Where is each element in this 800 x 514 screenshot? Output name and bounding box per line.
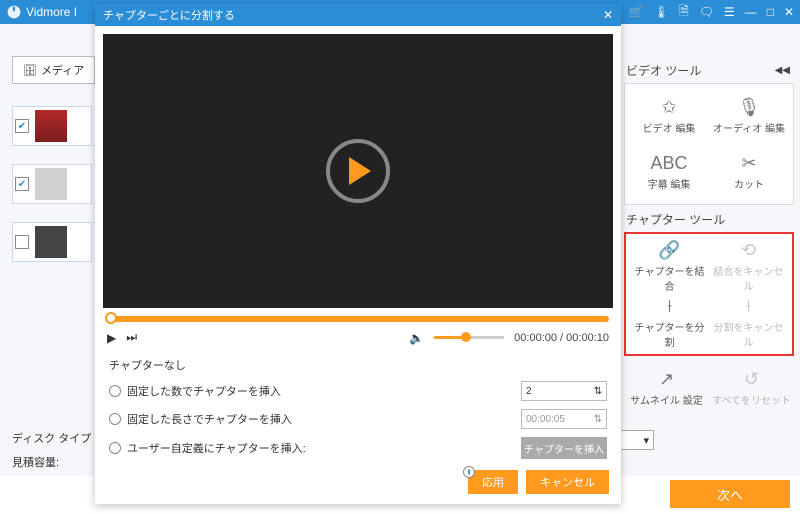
tool-subtitle-edit[interactable]: ABC字幕 編集 — [629, 144, 709, 200]
list-item[interactable] — [12, 222, 92, 262]
close-icon[interactable]: ✕ — [603, 8, 613, 22]
tool-cancel-merge: ⟲結合をキャンセル — [709, 238, 788, 294]
count-spinner[interactable]: 2⇅ — [521, 381, 607, 401]
chapter-tools-panel: 🔗チャプターを結合 ⟲結合をキャンセル ⟊チャプターを分割 ⟊分割をキャンセル — [624, 232, 794, 356]
tool-audio-edit[interactable]: 🎙オーディオ 編集 — [709, 88, 789, 144]
checkbox[interactable] — [15, 235, 29, 249]
radio-fixed-length[interactable]: 固定した長さでチャプターを挿入00:00:05⇅ — [109, 409, 607, 429]
thumbnail — [35, 168, 67, 200]
microphone-icon: 🎙 — [738, 97, 761, 118]
seek-slider[interactable] — [107, 316, 609, 322]
spinner-arrows-icon[interactable]: ⇅ — [594, 414, 602, 425]
size-label: 見積容量: — [12, 454, 59, 470]
tool-thumbnail-settings[interactable]: ↗サムネイル 設定 — [624, 360, 709, 416]
chapter-mode-radios: チャプターなし 固定した数でチャプターを挿入2⇅ 固定した長さでチャプターを挿入… — [109, 357, 607, 459]
split-chapter-dialog: チャプターごとに分割する ✕ ▶ ⏭ 🔈 00:00:00 / 00:00:10… — [95, 4, 621, 504]
player-controls: ▶ ⏭ 🔈 00:00:00 / 00:00:10 — [107, 330, 609, 345]
tool-split-chapter[interactable]: ⟊チャプターを分割 — [630, 294, 709, 350]
dialog-titlebar: チャプターごとに分割する ✕ — [95, 4, 621, 26]
split-icon: ⟊ — [667, 296, 672, 317]
document-icon[interactable]: 🗎 — [679, 2, 689, 23]
tool-reset-all: ↺すべてをリセット — [709, 360, 794, 416]
list-item[interactable]: ✔ — [12, 164, 92, 204]
window-close-icon[interactable]: ✕ — [784, 5, 794, 19]
video-preview[interactable] — [103, 34, 613, 308]
dialog-title: チャプターごとに分割する — [103, 7, 235, 23]
radio-fixed-count[interactable]: 固定した数でチャプターを挿入2⇅ — [109, 381, 607, 401]
radio-icon[interactable] — [109, 385, 121, 397]
chapter-tools-title: チャプター ツール — [626, 211, 794, 228]
collapse-icon[interactable]: ◀◀ — [775, 65, 790, 76]
media-icon: 🗄 — [23, 64, 37, 77]
time-display: 00:00:00 / 00:00:10 — [514, 332, 609, 344]
app-title: Vidmore I — [26, 5, 77, 19]
right-column: ビデオ ツール◀◀ ✩ビデオ 編集 🎙オーディオ 編集 ABC字幕 編集 ✂カッ… — [624, 56, 794, 416]
reset-icon: ↺ — [744, 369, 759, 390]
chevron-down-icon: ▾ — [643, 434, 649, 447]
checkbox[interactable]: ✔ — [15, 177, 29, 191]
window-maximize-icon[interactable]: □ — [767, 5, 774, 19]
apply-button[interactable]: 応用 — [468, 470, 518, 494]
dialog-footer: 応用 キャンセル — [95, 462, 621, 504]
titlebar-buttons: 🛒 🌡 🗎 🗨 ☰ — □ ✕ — [629, 2, 794, 23]
play-button[interactable] — [326, 139, 390, 203]
tool-cancel-split: ⟊分割をキャンセル — [709, 294, 788, 350]
thermometer-icon[interactable]: 🌡 — [654, 5, 669, 19]
play-icon — [349, 157, 371, 185]
window-minimize-icon[interactable]: — — [745, 5, 757, 19]
time-spinner[interactable]: 00:00:05⇅ — [521, 409, 607, 429]
cart-icon[interactable]: 🛒 — [629, 5, 644, 19]
volume-handle[interactable] — [461, 332, 471, 342]
checkbox[interactable]: ✔ — [15, 119, 29, 133]
chapter-extra-tools: ↗サムネイル 設定 ↺すべてをリセット — [624, 360, 794, 416]
app-logo-icon — [6, 4, 22, 20]
add-media-label: メディア — [41, 62, 84, 78]
media-list: ✔ ✔ — [12, 106, 92, 262]
play-small-icon[interactable]: ▶ — [107, 331, 116, 345]
next-button[interactable]: 次へ — [670, 480, 790, 508]
spinner-arrows-icon[interactable]: ⇅ — [594, 386, 602, 397]
cancel-button[interactable]: キャンセル — [526, 470, 609, 494]
tool-cut[interactable]: ✂カット — [709, 144, 789, 200]
seek-handle[interactable] — [105, 312, 117, 324]
scissors-icon: ✂ — [741, 153, 756, 174]
radio-no-chapter[interactable]: チャプターなし — [109, 357, 607, 373]
chat-icon[interactable]: 🗨 — [699, 5, 714, 19]
radio-icon[interactable] — [109, 413, 121, 425]
radio-icon[interactable] — [463, 466, 475, 478]
add-media-button[interactable]: 🗄 メディア — [12, 56, 95, 84]
thumbnail — [35, 110, 67, 142]
undo-icon: ⟲ — [741, 240, 756, 261]
wand-icon: ✩ — [661, 97, 676, 118]
tool-merge-chapters[interactable]: 🔗チャプターを結合 — [630, 238, 709, 294]
tool-video-edit[interactable]: ✩ビデオ 編集 — [629, 88, 709, 144]
disc-type-label: ディスク タイプ — [12, 430, 91, 446]
step-forward-icon[interactable]: ⏭ — [126, 330, 137, 345]
volume-slider[interactable] — [434, 336, 504, 339]
video-tools-title: ビデオ ツール◀◀ — [626, 62, 794, 79]
list-item[interactable]: ✔ — [12, 106, 92, 146]
radio-custom[interactable]: ユーザー自定義にチャプターを挿入:チャプターを挿入 — [109, 437, 607, 459]
volume-icon[interactable]: 🔈 — [409, 331, 424, 345]
video-tools-panel: ✩ビデオ 編集 🎙オーディオ 編集 ABC字幕 編集 ✂カット — [624, 83, 794, 205]
radio-icon[interactable] — [109, 442, 121, 454]
insert-chapter-button[interactable]: チャプターを挿入 — [521, 437, 607, 459]
split-cancel-icon: ⟊ — [746, 296, 751, 317]
thumbnail — [35, 226, 67, 258]
thumbnail-icon: ↗ — [659, 369, 674, 390]
abc-icon: ABC — [650, 153, 687, 174]
menu-icon[interactable]: ☰ — [724, 5, 735, 19]
link-icon: 🔗 — [658, 240, 680, 261]
